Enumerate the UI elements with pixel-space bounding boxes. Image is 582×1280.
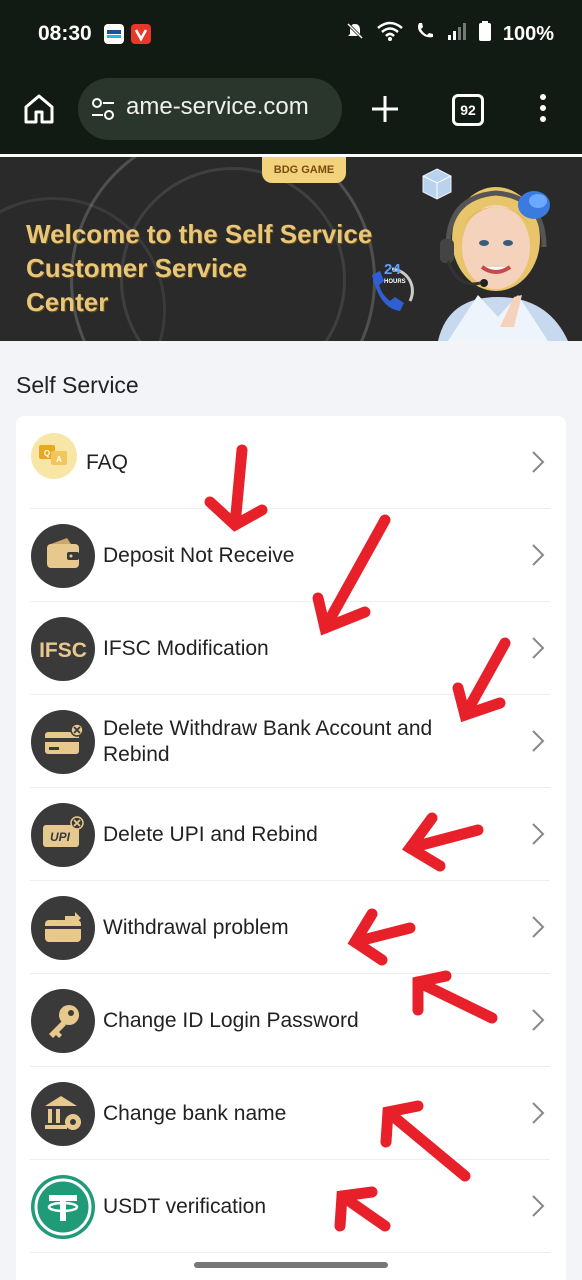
list-item-change-bank-name[interactable]: Change bank name: [16, 1067, 566, 1160]
status-bar: 08:30 100%: [0, 0, 582, 68]
item-label: Delete Withdraw Bank Account and Rebind: [103, 716, 433, 766]
paytm-icon: [104, 24, 124, 44]
chevron-right-icon: [530, 1008, 546, 1032]
new-tab-button[interactable]: [370, 88, 400, 131]
chevron-right-icon: [530, 450, 546, 474]
wallet-icon: [31, 524, 95, 588]
list-item-change-password[interactable]: Change ID Login Password: [16, 974, 566, 1067]
item-label: USDT verification: [103, 1194, 266, 1218]
item-label: Change bank name: [103, 1101, 287, 1125]
usdt-icon: [31, 1175, 95, 1239]
address-bar[interactable]: ame-service.com: [78, 78, 342, 140]
svg-text:A: A: [56, 455, 62, 464]
wifi-call-icon: [415, 21, 435, 47]
item-label: IFSC Modification: [103, 636, 269, 660]
svg-text:IFSC: IFSC: [39, 639, 87, 662]
battery-percent: 100%: [502, 22, 554, 45]
list-item-faq[interactable]: QA FAQ: [16, 416, 566, 509]
divider: [30, 1252, 550, 1253]
bank-settings-icon: [31, 1082, 95, 1146]
more-menu-icon[interactable]: [536, 94, 550, 126]
item-label: Withdrawal problem: [103, 915, 289, 939]
wifi-icon: [377, 21, 403, 47]
24-hours-phone-icon: 24 HOURS: [362, 257, 422, 317]
chevron-right-icon: [530, 543, 546, 567]
tab-switcher-button[interactable]: 92: [452, 94, 484, 126]
url-text[interactable]: ame-service.com: [126, 93, 309, 121]
list-item-withdrawal[interactable]: Withdrawal problem: [16, 881, 566, 974]
item-label: Delete UPI and Rebind: [103, 822, 318, 846]
list-item-deposit[interactable]: Deposit Not Receive: [16, 509, 566, 602]
browser-toolbar: ame-service.com 92: [0, 68, 582, 157]
chevron-right-icon: [530, 1194, 546, 1218]
brand-badge: BDG GAME: [262, 157, 346, 183]
welcome-banner: BDG GAME Welcome to the Self Service Cus…: [0, 157, 582, 341]
home-icon[interactable]: [22, 92, 56, 126]
chevron-right-icon: [530, 1101, 546, 1125]
card-delete-icon: [31, 710, 95, 774]
support-agent-image: [418, 177, 582, 341]
chevron-right-icon: [530, 915, 546, 939]
list-item-delete-upi[interactable]: UPI Delete UPI and Rebind: [16, 788, 566, 881]
clock: 08:30: [38, 22, 92, 45]
self-service-list: QA FAQ Deposit Not Receive IFSC IFSC Mod…: [16, 416, 566, 1280]
chevron-right-icon: [530, 822, 546, 846]
list-item-delete-bank[interactable]: Delete Withdraw Bank Account and Rebind: [16, 695, 566, 788]
item-label: FAQ: [86, 450, 129, 474]
list-item-ifsc[interactable]: IFSC IFSC Modification: [16, 602, 566, 695]
withdraw-icon: [31, 896, 95, 960]
site-settings-icon[interactable]: [90, 96, 116, 122]
upi-delete-icon: UPI: [31, 803, 95, 867]
mute-bell-icon: [345, 21, 365, 47]
item-label: Deposit Not Receive: [103, 543, 295, 567]
chevron-right-icon: [530, 729, 546, 753]
ifsc-icon: IFSC: [31, 617, 95, 681]
chevron-right-icon: [530, 636, 546, 660]
list-item-usdt[interactable]: USDT verification: [16, 1160, 566, 1253]
svg-text:UPI: UPI: [50, 830, 71, 844]
key-icon: [31, 989, 95, 1053]
faq-icon: QA: [31, 433, 77, 479]
signal-icon: [447, 21, 467, 47]
item-label: Change ID Login Password: [103, 1008, 359, 1032]
svg-text:Q: Q: [44, 449, 50, 458]
vivaldi-icon: [131, 24, 151, 44]
gesture-nav-bar[interactable]: [194, 1262, 388, 1268]
battery-icon: [478, 21, 491, 47]
section-title: Self Service: [16, 372, 139, 398]
